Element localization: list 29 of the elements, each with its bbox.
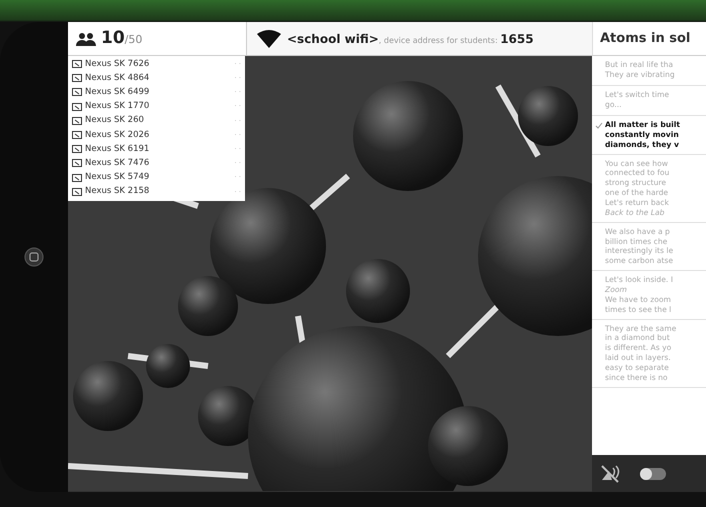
speaker-muted-icon: [600, 464, 622, 484]
device-name[interactable]: Nexus SK 7476: [85, 157, 150, 170]
device-name[interactable]: Nexus SK 2026: [85, 128, 150, 142]
wifi-icon: [257, 30, 281, 48]
device-name[interactable]: Nexus SK 4864: [85, 72, 150, 85]
tablet-icon: [72, 188, 82, 196]
home-button[interactable]: [24, 247, 44, 267]
tablet-icon: [72, 102, 82, 111]
device-name[interactable]: Nexus SK 2158: [85, 185, 150, 198]
tablet-icon: [72, 74, 82, 82]
device-name[interactable]: Nexus SK 6191: [85, 142, 150, 156]
toggle-switch[interactable]: [640, 468, 666, 480]
device-name[interactable]: Nexus SK 1770: [85, 100, 150, 114]
device-name[interactable]: Nexus SK 260: [85, 114, 144, 128]
panel-title: Atoms in sol: [600, 30, 690, 48]
tablet-icon: [72, 60, 82, 68]
users-icon: [76, 32, 96, 46]
tablet-icon: [72, 116, 82, 125]
tablet-icon: [72, 159, 82, 168]
user-count: 10/50: [101, 26, 142, 50]
tablet-icon: [72, 174, 82, 182]
tablet-icon: [72, 88, 82, 96]
tablet-icon: [72, 145, 82, 154]
tablet-icon: [72, 131, 82, 140]
network-info: <school wifi>, device address for students: 1655: [287, 30, 534, 48]
check-icon: [594, 122, 602, 130]
device-name[interactable]: Nexus SK 5749: [85, 171, 150, 184]
device-name[interactable]: Nexus SK 7626: [85, 58, 150, 70]
device-name[interactable]: Nexus SK 6499: [85, 86, 150, 99]
